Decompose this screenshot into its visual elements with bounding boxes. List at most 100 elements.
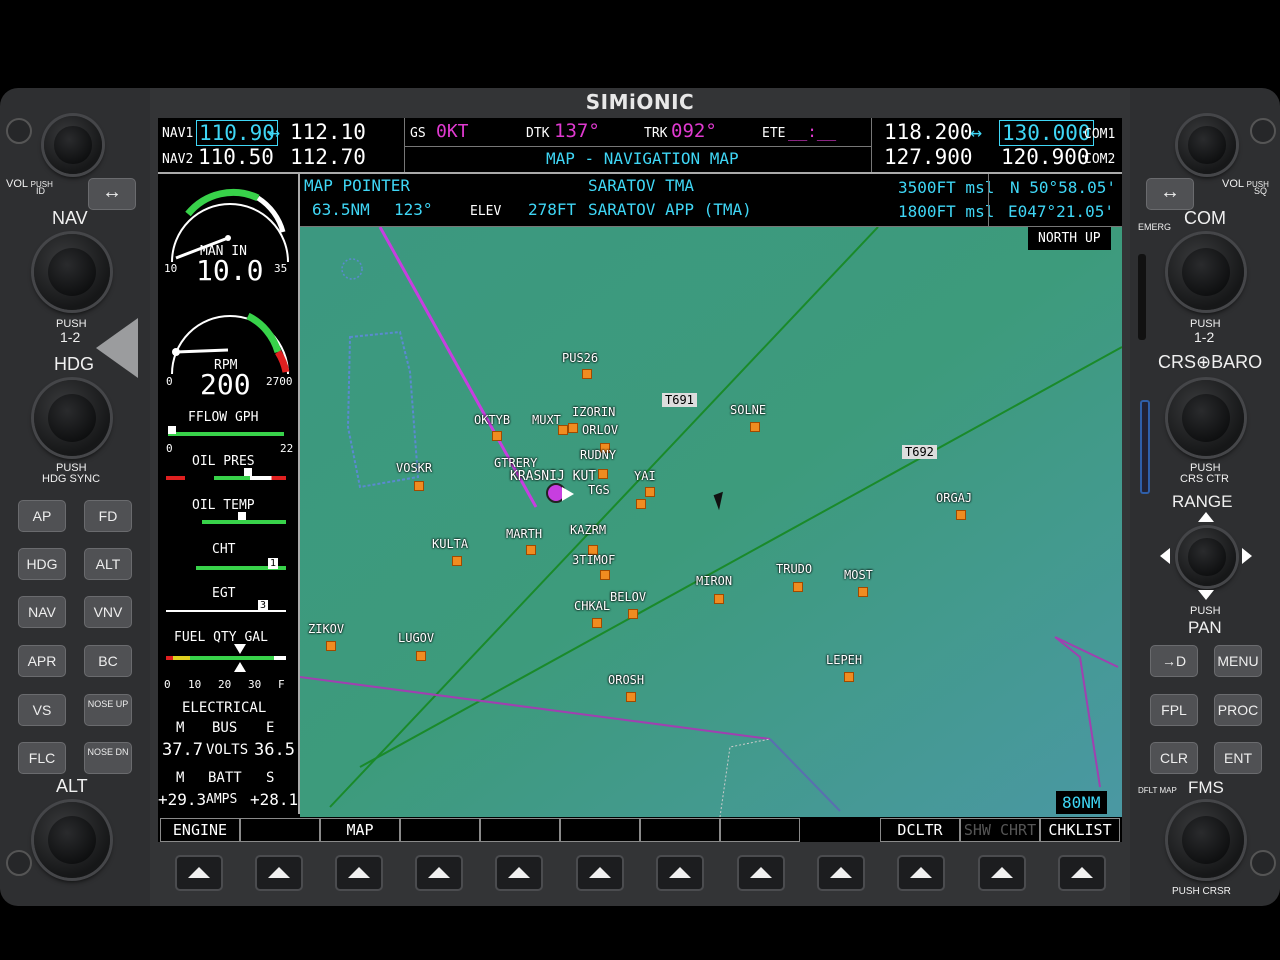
hdg-button[interactable]: HDG [18,548,66,580]
waypoint-marker[interactable] [793,582,803,592]
fd-button[interactable]: FD [84,500,132,532]
softkey-button-5[interactable] [495,855,543,891]
com-volume-knob[interactable] [1178,116,1236,174]
com-swap-button[interactable]: ↔ [1146,178,1194,210]
waypoint-marker[interactable] [492,431,502,441]
oil-temp-pointer-icon [238,512,246,520]
fms-knob[interactable] [1168,802,1244,878]
waypoint-marker[interactable] [582,369,592,379]
softkey-button-7[interactable] [656,855,704,891]
com2-label: COM2 [1084,152,1116,167]
com-frequency-knob[interactable] [1168,234,1244,310]
waypoint-marker[interactable] [858,587,868,597]
ete-value: __:__ [788,122,837,141]
com1-standby-frequency[interactable]: 130.000 [999,120,1094,146]
navigation-map[interactable]: NORTH UP 80NM T691 T692 PUS26 OKTYB MUXT… [300,227,1122,817]
nose-up-button[interactable]: NOSE UP [84,694,132,726]
waypoint-label: MIRON [696,574,733,588]
proc-button[interactable]: PROC [1214,694,1262,726]
waypoint-marker[interactable] [636,499,646,509]
flc-button[interactable]: FLC [18,742,66,774]
nav-swap-button[interactable]: ↔ [88,178,136,210]
waypoint-marker[interactable] [714,594,724,604]
softkey-button-12[interactable] [1058,855,1106,891]
waypoint-marker[interactable] [414,481,424,491]
waypoint-marker[interactable] [598,469,608,479]
menu-button[interactable]: MENU [1214,645,1262,677]
softkey-button-1[interactable] [175,855,223,891]
waypoint-marker[interactable] [844,672,854,682]
waypoint-marker[interactable] [626,692,636,702]
fuel-right-pointer-icon [234,662,246,672]
crs-baro-knob[interactable] [1168,380,1244,456]
waypoint-label: GTRERY [494,456,538,470]
softkey-button-10[interactable] [897,855,945,891]
crs-label: CRS [1158,352,1197,372]
waypoint-marker[interactable] [326,641,336,651]
waypoint-marker[interactable] [416,651,426,661]
map-orientation[interactable]: NORTH UP [1028,227,1111,250]
pan-push-label: PUSH [1190,605,1221,617]
waypoint-label: OKTYB [474,413,511,427]
softkey-button-9[interactable] [817,855,865,891]
nav1-active-frequency[interactable]: 110.90 [196,120,278,146]
fpl-button[interactable]: FPL [1150,694,1198,726]
waypoint-marker[interactable] [526,545,536,555]
waypoint-marker[interactable] [592,618,602,628]
bc-button[interactable]: BC [84,645,132,677]
waypoint-marker[interactable] [750,422,760,432]
alt-button[interactable]: ALT [84,548,132,580]
waypoint-marker[interactable] [628,609,638,619]
direct-to-button[interactable]: →D [1150,645,1198,677]
range-knob[interactable] [1178,528,1236,586]
airspace-name: SARATOV TMA [588,176,694,195]
com2-standby-frequency[interactable]: 120.900 [1001,145,1090,169]
apr-button[interactable]: APR [18,645,66,677]
nose-dn-button[interactable]: NOSE DN [84,742,132,774]
waypoint-marker[interactable] [568,423,578,433]
waypoint-marker[interactable] [956,510,966,520]
com1-active-frequency[interactable]: 118.200 [884,120,973,144]
alt-knob[interactable] [34,802,110,878]
nav2-active-frequency[interactable]: 110.50 [198,145,274,169]
com2-active-frequency[interactable]: 127.900 [884,145,973,169]
waypoint-marker[interactable] [600,570,610,580]
engine-indication-strip: 10 35 MAN IN 10.0 0 2700 RPM 200 FFLOW G… [158,174,300,814]
pan-label: PAN [1188,618,1222,637]
electrical-label: ELECTRICAL [182,700,267,716]
clr-button[interactable]: CLR [1150,742,1198,774]
volts-essential: 36.5 [254,740,295,760]
nav1-standby-frequency[interactable]: 112.10 [290,120,366,144]
waypoint-marker[interactable] [645,487,655,497]
waypoint-label: TGS [588,483,610,497]
softkey-button-6[interactable] [576,855,624,891]
softkey-button-3[interactable] [335,855,383,891]
waypoint-label: OROSH [608,673,645,687]
nav-button[interactable]: NAV [18,596,66,628]
map-range[interactable]: 80NM [1056,791,1107,814]
softkey-button-8[interactable] [737,855,785,891]
com-push-sub: 1-2 [1194,329,1215,345]
waypoint-label: ORLOV [582,423,619,437]
map-pointer-info: MAP POINTER 63.5NM 123° ELEV 278FT SARAT… [300,174,1122,227]
hdg-knob[interactable] [34,380,110,456]
ent-button[interactable]: ENT [1214,742,1262,774]
softkey-button-4[interactable] [415,855,463,891]
nav2-standby-frequency[interactable]: 112.70 [290,145,366,169]
softkey-button-11[interactable] [978,855,1026,891]
vol-label: VOL [6,178,28,190]
vs-button[interactable]: VS [18,694,66,726]
push-crsr-label: PUSH CRSR [1172,886,1231,897]
vnv-button[interactable]: VNV [84,596,132,628]
cht-cylinder: 1 [268,558,279,569]
rpm-max-label: 2700 [266,375,293,388]
oil-pres-bar [166,476,286,480]
ap-button[interactable]: AP [18,500,66,532]
waypoint-label: LUGOV [398,631,435,645]
nav-frequency-knob[interactable] [34,234,110,310]
softkey-button-2[interactable] [255,855,303,891]
nav-volume-knob[interactable] [44,116,102,174]
waypoint-marker[interactable] [452,556,462,566]
softkey-3-label: MAP [320,818,400,842]
oil-temp-label: OIL TEMP [192,498,255,513]
